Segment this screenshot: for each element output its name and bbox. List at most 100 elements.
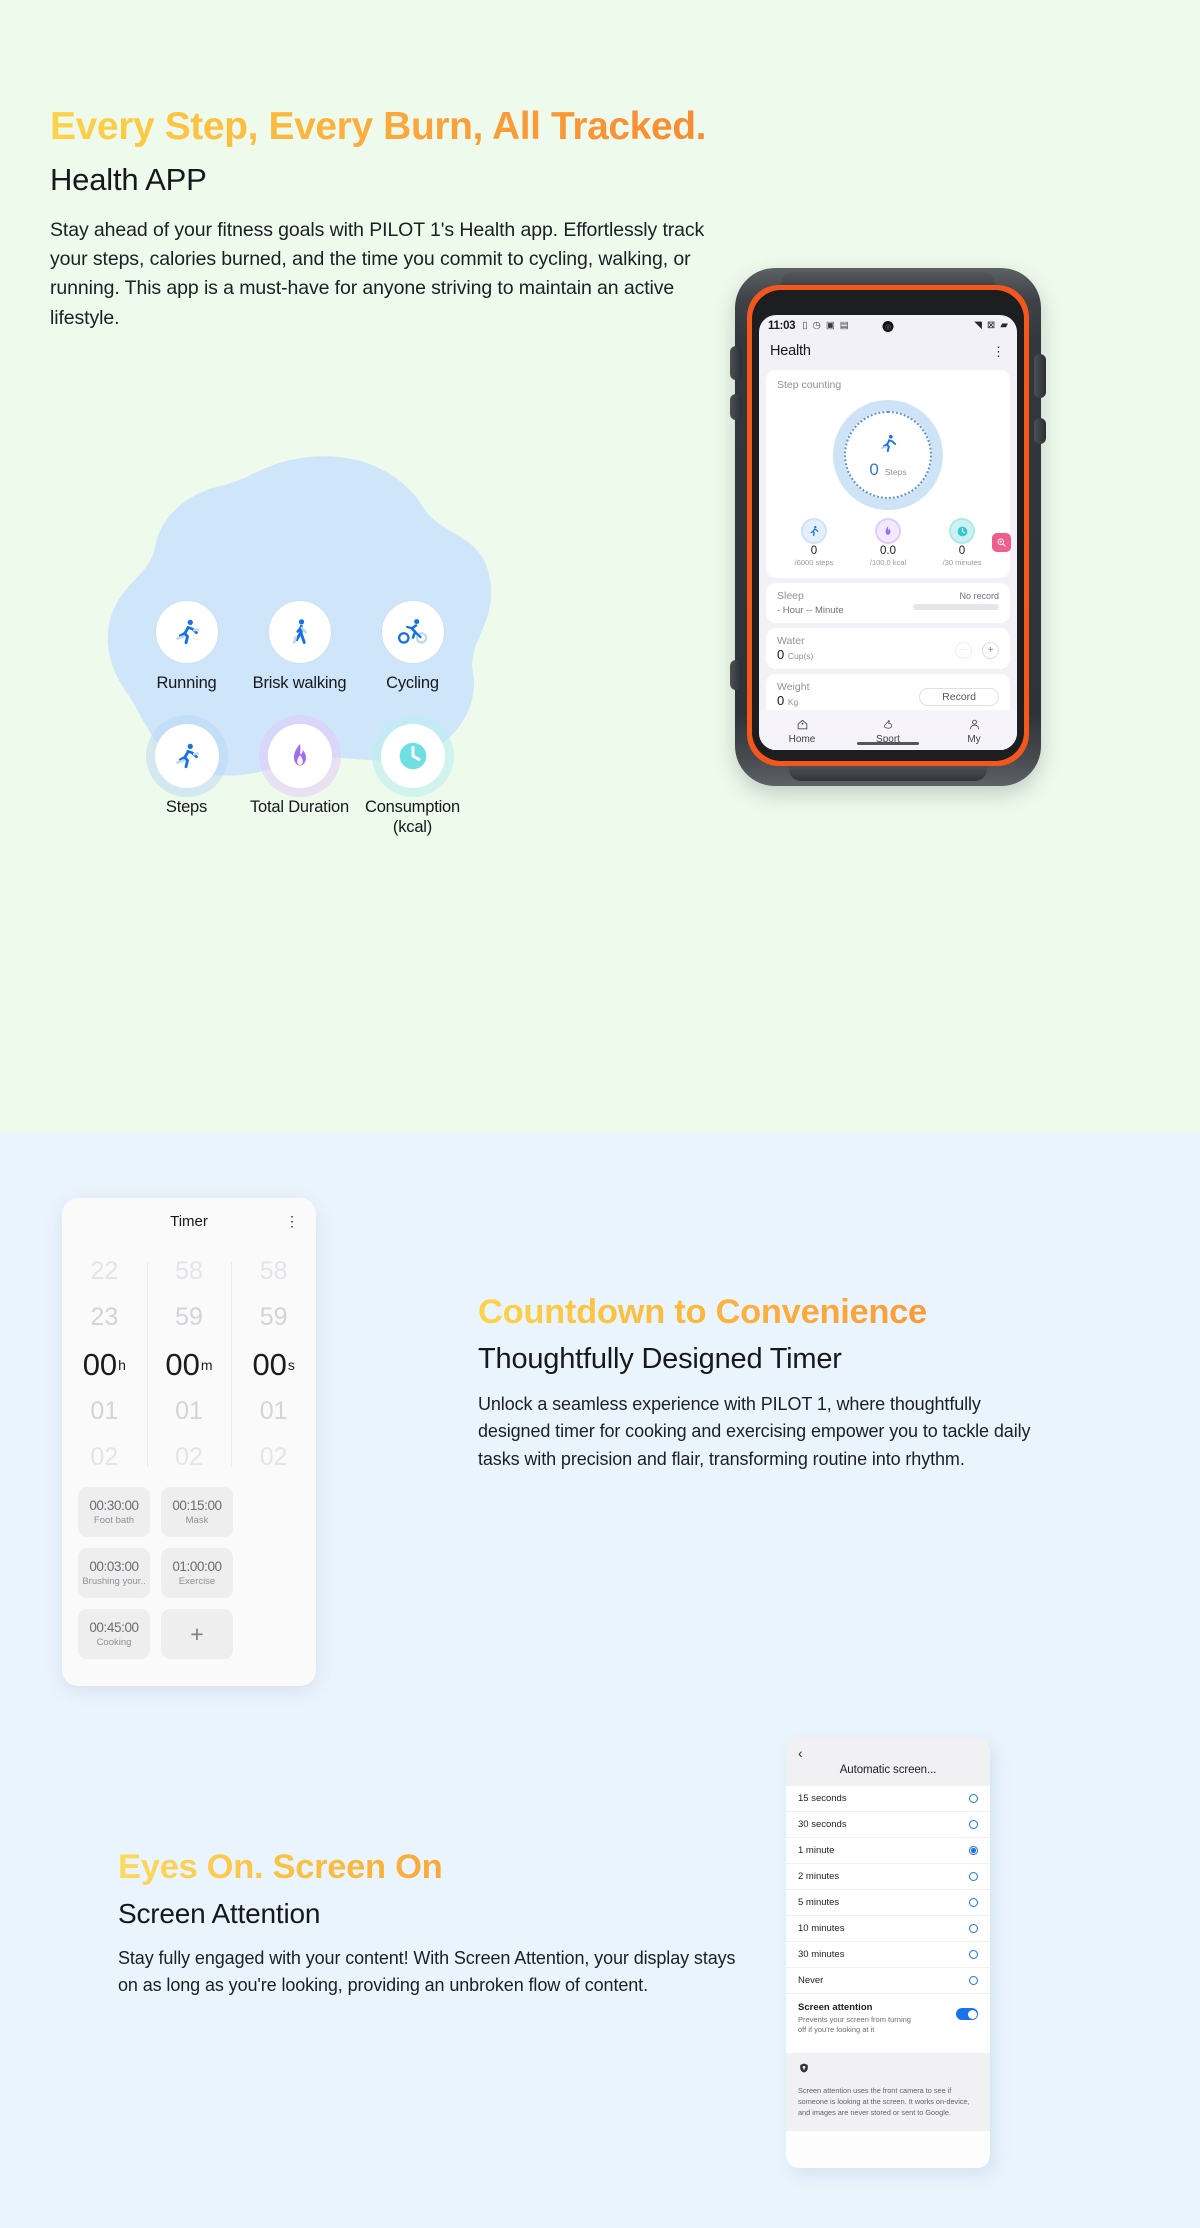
radio-button[interactable] [969, 1976, 978, 1985]
sa-option-5-minutes[interactable]: 5 minutes [786, 1889, 990, 1915]
activity-cycling[interactable]: Cycling [356, 600, 469, 694]
radio-button[interactable] [969, 1872, 978, 1881]
water-card[interactable]: Water 0 Cup(s) − + [766, 627, 1010, 669]
sa-option-15-seconds[interactable]: 15 seconds [786, 1786, 990, 1811]
activity-row-1: Running Brisk walking Cycling [130, 600, 490, 694]
battery-icon: ▰ [1000, 320, 1008, 331]
timer-wheel-hours[interactable]: 22 23 00 h 01 02 [62, 1248, 147, 1481]
timer-preset[interactable]: 00:30:00 Foot bath [78, 1487, 150, 1537]
preset-value: 00:03:00 [89, 1558, 139, 1574]
sleep-card[interactable]: Sleep - Hour -- Minute No record [766, 582, 1010, 623]
status-time: 11:03 [768, 320, 796, 332]
running-icon [154, 600, 219, 664]
chevron-left-icon[interactable]: ‹ [798, 1746, 978, 1760]
option-label: 1 minute [798, 1845, 835, 1856]
sa-option-10-minutes[interactable]: 10 minutes [786, 1915, 990, 1941]
activity-consumption[interactable]: Consumption (kcal) [356, 723, 469, 838]
health-hero-text: Every Step, Every Burn, All Tracked. Hea… [50, 105, 710, 333]
timer-subhead: Thoughtfully Designed Timer [478, 1343, 842, 1375]
screen-attention-text-block: Eyes On. Screen On Screen Attention Stay… [118, 1848, 758, 2000]
stat-duration[interactable]: 0 /30 minutes [925, 520, 999, 567]
timer-preset[interactable]: 00:03:00 Brushing your.. [78, 1548, 150, 1598]
status-left-icons: ▯ ◷ ▣ ▤ [802, 321, 849, 331]
radio-button[interactable] [969, 1794, 978, 1803]
wheel-selected-seconds: 00 s [252, 1346, 295, 1382]
activity-brisk-walking[interactable]: Brisk walking [243, 600, 356, 694]
home-indicator[interactable] [857, 742, 919, 745]
toggle-subtitle: Prevents your screen from turning off if… [798, 2015, 911, 2035]
option-label: Never [798, 1975, 824, 1986]
stat-value: 0.0 [880, 545, 896, 557]
front-camera-punchhole: ◎ [882, 321, 894, 332]
water-minus-button[interactable]: − [954, 641, 972, 659]
timer-preset[interactable]: 00:45:00 Cooking [78, 1609, 150, 1659]
sa-option-2-minutes[interactable]: 2 minutes [786, 1863, 990, 1889]
timer-preset[interactable]: 01:00:00 Exercise [161, 1548, 233, 1598]
shoe-icon [845, 718, 931, 733]
nav-my[interactable]: My [931, 718, 1017, 745]
nav-label: My [967, 733, 981, 745]
sa-option-30-seconds[interactable]: 30 seconds [786, 1811, 990, 1837]
privacy-shield-icon [798, 2062, 978, 2077]
sa-option-1-minute[interactable]: 1 minute [786, 1837, 990, 1863]
phone-side-nub [1034, 418, 1046, 444]
weight-unit: Kg [787, 696, 799, 707]
water-controls: − + [954, 640, 999, 659]
wheel-selected-hours: 00 h [82, 1346, 126, 1382]
stat-steps[interactable]: 0 /6000 steps [777, 520, 851, 567]
radio-button[interactable] [969, 1820, 978, 1829]
activity-label: Running [156, 674, 217, 692]
step-progress-ring: 0 Steps [833, 400, 943, 510]
activity-total-duration[interactable]: Total Duration [243, 723, 356, 838]
step-card-title: Step counting [777, 379, 842, 391]
screen-attention-phone-mockup: ‹ Automatic screen... 15 seconds 30 seco… [786, 1738, 990, 2168]
add-preset-button[interactable]: + [161, 1609, 233, 1659]
sa-page-title: Automatic screen... [839, 1764, 937, 1776]
vibrate-icon: ▯ [802, 320, 808, 332]
preset-value: 00:15:00 [172, 1497, 222, 1513]
clock-icon [951, 520, 973, 542]
stat-value: 0 [810, 545, 818, 557]
timer-wheel-seconds[interactable]: 58 59 00 s 01 02 [231, 1248, 316, 1481]
weight-record-button[interactable]: Record [919, 687, 999, 706]
radio-button-selected[interactable] [969, 1846, 978, 1855]
radio-button[interactable] [969, 1924, 978, 1933]
step-counting-card[interactable]: Step counting 0 Steps 0 /6000 steps 0.0 … [766, 370, 1010, 578]
search-zoom-icon[interactable] [992, 533, 1011, 552]
gallery-icon: ▣ [825, 320, 835, 332]
overflow-menu-icon[interactable]: ⋮ [285, 1214, 300, 1228]
nav-sport[interactable]: Sport [845, 718, 931, 745]
weight-value: 0 [777, 692, 785, 708]
stat-calories[interactable]: 0.0 /100.0 kcal [851, 520, 925, 567]
overflow-menu-icon[interactable]: ⋮ [992, 345, 1006, 358]
flame-icon [877, 520, 899, 542]
no-sim-icon: ⊠ [986, 320, 996, 331]
timer-wheel-minutes[interactable]: 58 59 00 m 01 02 [146, 1248, 232, 1481]
activity-running[interactable]: Running [130, 600, 243, 694]
nav-label: Home [788, 733, 816, 745]
option-label: 30 seconds [798, 1819, 847, 1830]
sa-headline: Eyes On. Screen On [118, 1848, 758, 1887]
activity-grid: Running Brisk walking Cycling Steps Tota… [130, 600, 490, 838]
activity-label: Cycling [386, 674, 439, 692]
phone-side-nub [1034, 354, 1046, 398]
weight-card[interactable]: Weight 0 Kg Record [766, 673, 1010, 715]
app-bar: Health ⋮ [759, 337, 1017, 365]
timer-preset[interactable]: 00:15:00 Mask [161, 1487, 233, 1537]
radio-button[interactable] [969, 1950, 978, 1959]
sa-option-30-minutes[interactable]: 30 minutes [786, 1941, 990, 1967]
screen-attention-toggle-row[interactable]: Screen attention Prevents your screen fr… [786, 1993, 990, 2045]
running-icon [880, 434, 896, 452]
sa-footer-text: Screen attention uses the front camera t… [798, 2086, 970, 2118]
activity-steps[interactable]: Steps [130, 723, 243, 838]
timer-headline: Countdown to Convenience [478, 1293, 1178, 1332]
step-value-row: 0 Steps [869, 457, 906, 478]
radio-button[interactable] [969, 1898, 978, 1907]
step-unit: Steps [884, 466, 907, 477]
screen-attention-switch[interactable] [956, 2008, 978, 2020]
activity-label: Total Duration [249, 797, 349, 816]
nav-home[interactable]: Home [759, 718, 845, 745]
water-plus-button[interactable]: + [982, 641, 999, 659]
sa-option-never[interactable]: Never [786, 1967, 990, 1993]
preset-value: 00:30:00 [89, 1497, 139, 1513]
